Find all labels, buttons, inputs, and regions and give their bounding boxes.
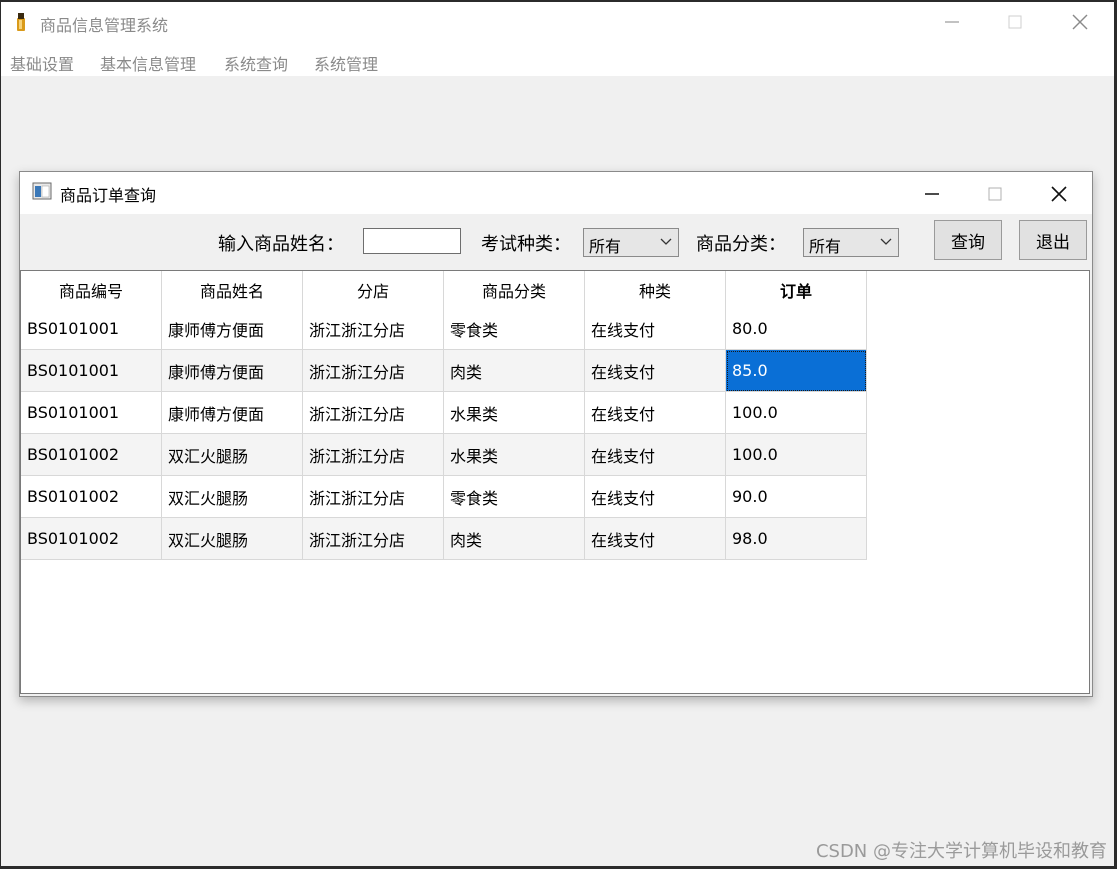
category-select-value: 所有 xyxy=(809,237,842,256)
table-cell[interactable]: 肉类 xyxy=(443,517,585,560)
menu-system-management[interactable]: 系统管理 xyxy=(314,51,378,75)
table-cell[interactable]: 双汇火腿肠 xyxy=(161,517,303,560)
maximize-icon xyxy=(1008,15,1022,29)
dialog-titlebar: 商品订单查询 xyxy=(20,172,1092,214)
column-header-type[interactable]: 种类 xyxy=(584,271,726,308)
table-cell[interactable]: 双汇火腿肠 xyxy=(161,433,303,476)
table-cell[interactable]: 80.0 xyxy=(725,308,867,350)
table-cell[interactable]: BS0101002 xyxy=(21,517,162,560)
maximize-icon xyxy=(988,187,1002,201)
query-toolbar: 输入商品姓名： 考试种类： 所有 商品分类： 所有 查询 退出 xyxy=(20,214,1092,270)
window-icon xyxy=(32,182,52,200)
main-minimize-button[interactable] xyxy=(932,8,972,36)
menubar: 基础设置 基本信息管理 系统查询 系统管理 xyxy=(0,44,1117,76)
column-header-product-name[interactable]: 商品姓名 xyxy=(161,271,303,308)
table-cell[interactable]: 康师傅方便面 xyxy=(161,391,303,434)
type-select[interactable]: 所有 xyxy=(583,228,679,257)
table-cell[interactable]: 浙江浙江分店 xyxy=(302,517,444,560)
table-row[interactable]: BS0101001 康师傅方便面 浙江浙江分店 水果类 在线支付 100.0 xyxy=(21,391,867,434)
table-cell[interactable]: 在线支付 xyxy=(584,517,726,560)
table-cell[interactable]: 浙江浙江分店 xyxy=(302,349,444,392)
table-row[interactable]: BS0101001 康师傅方便面 浙江浙江分店 肉类 在线支付 85.0 xyxy=(21,349,867,392)
category-select[interactable]: 所有 xyxy=(803,228,899,257)
table-cell[interactable]: 在线支付 xyxy=(584,475,726,518)
close-icon xyxy=(1072,14,1088,30)
table-cell[interactable]: BS0101001 xyxy=(21,308,162,350)
column-header-branch[interactable]: 分店 xyxy=(302,271,444,308)
main-window-title: 商品信息管理系统 xyxy=(40,16,169,35)
table-cell[interactable]: BS0101001 xyxy=(21,391,162,434)
close-icon xyxy=(1051,186,1067,202)
table-cell[interactable]: BS0101002 xyxy=(21,433,162,476)
table-cell[interactable]: 水果类 xyxy=(443,433,585,476)
type-select-value: 所有 xyxy=(589,237,622,256)
app-icon xyxy=(17,13,25,31)
table-cell[interactable]: 康师傅方便面 xyxy=(161,308,303,350)
table-cell[interactable]: BS0101001 xyxy=(21,349,162,392)
minimize-icon xyxy=(945,21,959,23)
main-maximize-button[interactable] xyxy=(995,8,1035,36)
table-cell[interactable]: 在线支付 xyxy=(584,433,726,476)
exit-button[interactable]: 退出 xyxy=(1019,220,1087,260)
menu-basic-info-management[interactable]: 基本信息管理 xyxy=(100,51,196,75)
table-cell[interactable]: 浙江浙江分店 xyxy=(302,475,444,518)
table-cell[interactable]: 零食类 xyxy=(443,475,585,518)
table-cell[interactable]: 98.0 xyxy=(725,517,867,560)
table-cell[interactable]: 在线支付 xyxy=(584,349,726,392)
type-label: 考试种类： xyxy=(481,234,571,255)
order-query-dialog: 商品订单查询 输入商品姓名： 考试种类： 所有 商品分类： 所有 查询 退出 商… xyxy=(19,171,1093,697)
column-header-product-id[interactable]: 商品编号 xyxy=(21,271,162,308)
table-cell[interactable]: 90.0 xyxy=(725,475,867,518)
order-table-area[interactable]: 商品编号 商品姓名 分店 商品分类 种类 订单 BS0101001 康师傅方便面… xyxy=(20,270,1090,694)
table-row[interactable]: BS0101002 双汇火腿肠 浙江浙江分店 零食类 在线支付 90.0 xyxy=(21,475,867,518)
table-cell[interactable]: 在线支付 xyxy=(584,308,726,350)
dialog-close-button[interactable] xyxy=(1039,180,1079,208)
table-cell[interactable]: BS0101002 xyxy=(21,475,162,518)
main-close-button[interactable] xyxy=(1060,8,1100,36)
table-cell[interactable]: 浙江浙江分店 xyxy=(302,308,444,350)
window-border xyxy=(0,0,1117,2)
menu-system-query[interactable]: 系统查询 xyxy=(224,51,288,75)
chevron-down-icon xyxy=(660,238,672,245)
main-titlebar: 商品信息管理系统 xyxy=(0,0,1117,44)
table-cell[interactable]: 浙江浙江分店 xyxy=(302,433,444,476)
window-border xyxy=(0,0,1,869)
minimize-icon xyxy=(925,193,939,195)
table-cell[interactable]: 零食类 xyxy=(443,308,585,350)
chevron-down-icon xyxy=(880,238,892,245)
table-cell[interactable]: 100.0 xyxy=(725,391,867,434)
product-name-label: 输入商品姓名： xyxy=(218,234,344,255)
dialog-maximize-button[interactable] xyxy=(975,180,1015,208)
dialog-title: 商品订单查询 xyxy=(60,186,157,205)
table-cell[interactable]: 水果类 xyxy=(443,391,585,434)
column-header-order[interactable]: 订单 xyxy=(725,271,867,308)
table-cell[interactable]: 在线支付 xyxy=(584,391,726,434)
selected-table-cell[interactable]: 85.0 xyxy=(725,349,867,392)
order-table: 商品编号 商品姓名 分店 商品分类 种类 订单 BS0101001 康师傅方便面… xyxy=(21,271,867,560)
category-label: 商品分类： xyxy=(696,234,786,255)
query-button[interactable]: 查询 xyxy=(934,220,1002,260)
table-cell[interactable]: 康师傅方便面 xyxy=(161,349,303,392)
column-header-category[interactable]: 商品分类 xyxy=(443,271,585,308)
table-cell[interactable]: 100.0 xyxy=(725,433,867,476)
table-cell[interactable]: 双汇火腿肠 xyxy=(161,475,303,518)
watermark: CSDN @专注大学计算机毕设和教育 xyxy=(815,841,1107,862)
menu-basic-settings[interactable]: 基础设置 xyxy=(10,51,74,75)
table-cell[interactable]: 浙江浙江分店 xyxy=(302,391,444,434)
table-cell[interactable]: 肉类 xyxy=(443,349,585,392)
product-name-input[interactable] xyxy=(363,228,461,254)
table-row[interactable]: BS0101001 康师傅方便面 浙江浙江分店 零食类 在线支付 80.0 xyxy=(21,308,867,350)
dialog-minimize-button[interactable] xyxy=(912,180,952,208)
table-row[interactable]: BS0101002 双汇火腿肠 浙江浙江分店 水果类 在线支付 100.0 xyxy=(21,433,867,476)
table-row[interactable]: BS0101002 双汇火腿肠 浙江浙江分店 肉类 在线支付 98.0 xyxy=(21,517,867,560)
